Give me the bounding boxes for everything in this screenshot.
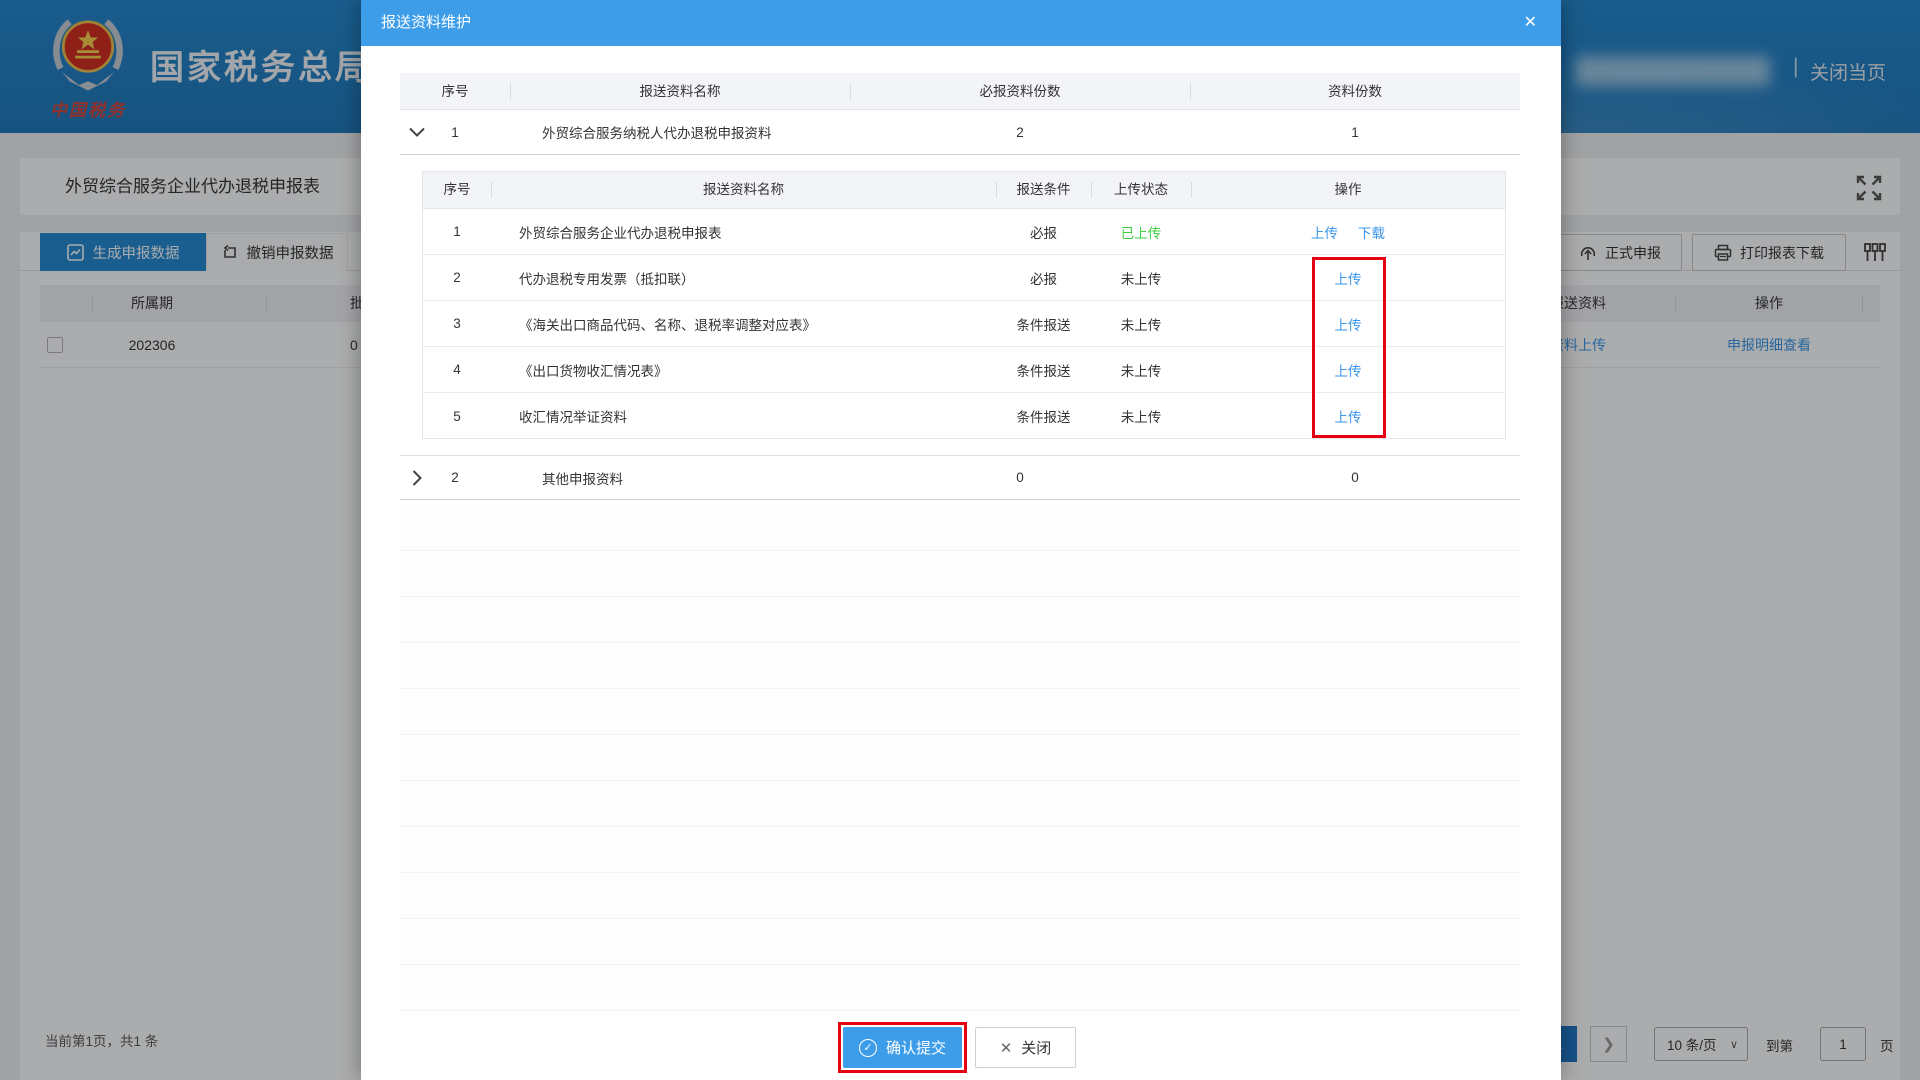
col-header-condition: 报送条件	[996, 172, 1091, 208]
cell-status: 未上传	[1091, 406, 1191, 426]
cell-status-uploaded: 已上传	[1091, 222, 1191, 242]
modal-title: 报送资料维护	[381, 0, 471, 46]
button-label: 确认提交	[886, 1037, 946, 1058]
col-header-material-name: 报送资料名称	[491, 172, 996, 208]
close-x-icon: ✕	[1000, 1039, 1013, 1057]
cell-material-name: 代办退税专用发票（抵扣联）	[491, 268, 996, 288]
collapse-chevron-down-icon[interactable]	[406, 121, 428, 143]
inner-table: 序号 报送资料名称 报送条件 上传状态 操作 1 外贸综合服务企业代办退税申报表…	[422, 171, 1506, 439]
cell-seq: 3	[423, 316, 491, 331]
cell-material-name: 收汇情况举证资料	[491, 406, 996, 426]
outer-row-2: 2 其他申报资料 0 0	[400, 455, 1520, 500]
modal-close-icon[interactable]: ✕	[1524, 0, 1537, 46]
confirm-submit-button[interactable]: ✓ 确认提交	[843, 1027, 962, 1068]
cell-seq: 5	[423, 409, 491, 424]
cell-material-name: 《海关出口商品代码、名称、退税率调整对应表》	[491, 314, 996, 334]
cell-required-copies: 2	[850, 125, 1190, 140]
cell-status: 未上传	[1091, 360, 1191, 380]
cell-material-name: 其他申报资料	[510, 468, 850, 488]
outer-row-1: 1 外贸综合服务纳税人代办退税申报资料 2 1	[400, 110, 1520, 155]
cell-actions: 上传 下载	[1191, 222, 1505, 242]
cell-condition: 条件报送	[996, 314, 1091, 334]
cell-seq: 4	[423, 362, 491, 377]
close-button[interactable]: ✕ 关闭	[975, 1027, 1076, 1068]
inner-row-1: 1 外贸综合服务企业代办退税申报表 必报 已上传 上传 下载	[423, 209, 1505, 255]
cell-seq: 1	[423, 224, 491, 239]
col-header-seq: 序号	[423, 172, 491, 208]
cell-status: 未上传	[1091, 314, 1191, 334]
cell-required-copies: 0	[850, 470, 1190, 485]
col-header-required-copies: 必报资料份数	[850, 73, 1190, 109]
cell-condition: 必报	[996, 222, 1091, 242]
col-header-upload-status: 上传状态	[1091, 172, 1191, 208]
cell-actions: 上传	[1191, 360, 1505, 380]
modal-header: 报送资料维护 ✕	[361, 0, 1561, 46]
col-header-material-name: 报送资料名称	[510, 73, 850, 109]
cell-actions: 上传	[1191, 314, 1505, 334]
cell-copies: 1	[1190, 125, 1520, 140]
cell-condition: 条件报送	[996, 406, 1091, 426]
cell-material-name: 外贸综合服务企业代办退税申报表	[491, 222, 996, 242]
upload-link[interactable]: 上传	[1311, 222, 1338, 242]
upload-link[interactable]: 上传	[1335, 314, 1362, 334]
inner-row-5: 5 收汇情况举证资料 条件报送 未上传 上传	[423, 393, 1505, 439]
material-maintenance-modal: 报送资料维护 ✕ 序号 报送资料名称 必报资料份数 资料份数 1 外贸综合服务纳…	[361, 0, 1561, 1080]
download-link[interactable]: 下载	[1358, 222, 1385, 242]
inner-row-3: 3 《海关出口商品代码、名称、退税率调整对应表》 条件报送 未上传 上传	[423, 301, 1505, 347]
expand-chevron-right-icon[interactable]	[406, 467, 428, 489]
cell-seq: 2	[423, 270, 491, 285]
upload-link[interactable]: 上传	[1335, 268, 1362, 288]
cell-seq: 2	[400, 470, 510, 485]
screen: 中国税务 国家税务总局 | 关闭当页 外贸综合服务企业代办退税申报表 生成申报数…	[0, 0, 1920, 1080]
col-header-copies: 资料份数	[1190, 73, 1520, 109]
upload-link[interactable]: 上传	[1335, 406, 1362, 426]
cell-status: 未上传	[1091, 268, 1191, 288]
cell-seq: 1	[400, 125, 510, 140]
empty-table-rows	[400, 505, 1520, 1012]
seq-value: 1	[451, 125, 459, 140]
cell-actions: 上传	[1191, 268, 1505, 288]
cell-condition: 必报	[996, 268, 1091, 288]
check-circle-icon: ✓	[859, 1039, 877, 1057]
col-header-actions: 操作	[1191, 172, 1505, 208]
cell-material-name: 外贸综合服务纳税人代办退税申报资料	[510, 122, 850, 142]
inner-row-4: 4 《出口货物收汇情况表》 条件报送 未上传 上传	[423, 347, 1505, 393]
inner-row-2: 2 代办退税专用发票（抵扣联） 必报 未上传 上传	[423, 255, 1505, 301]
upload-link[interactable]: 上传	[1335, 360, 1362, 380]
seq-value: 2	[451, 470, 459, 485]
cell-condition: 条件报送	[996, 360, 1091, 380]
button-label: 关闭	[1021, 1037, 1051, 1058]
col-header-seq: 序号	[400, 73, 510, 109]
cell-actions: 上传	[1191, 406, 1505, 426]
inner-table-header: 序号 报送资料名称 报送条件 上传状态 操作	[423, 172, 1505, 209]
outer-table-header: 序号 报送资料名称 必报资料份数 资料份数	[400, 73, 1520, 110]
cell-material-name: 《出口货物收汇情况表》	[491, 360, 996, 380]
cell-copies: 0	[1190, 470, 1520, 485]
